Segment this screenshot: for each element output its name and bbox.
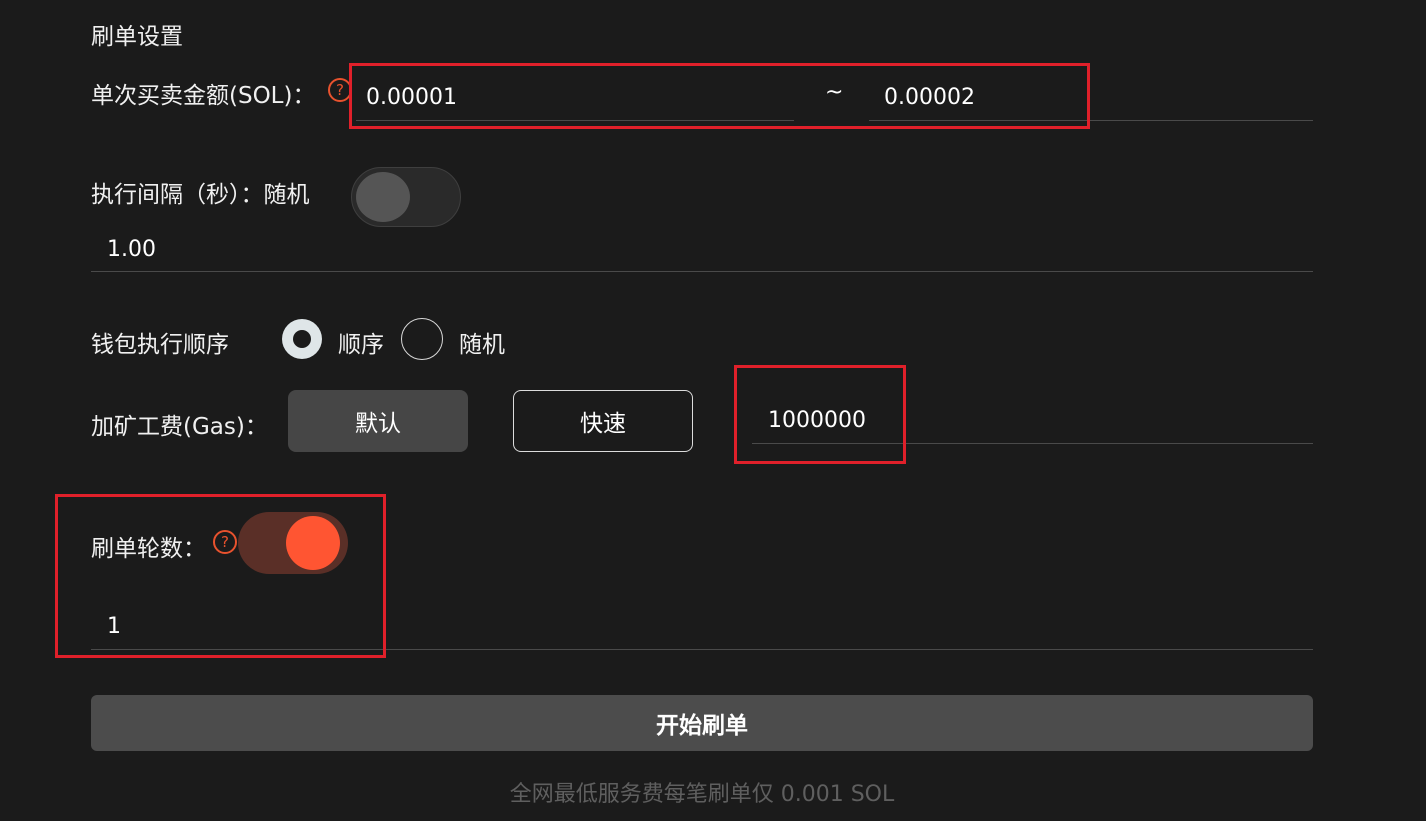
radio-dot	[293, 330, 311, 348]
radio-random[interactable]	[401, 318, 443, 360]
service-fee-note: 全网最低服务费每笔刷单仅 0.001 SOL	[509, 782, 895, 807]
gas-fast-button[interactable]: 快速	[513, 390, 693, 452]
gas-label: 加矿工费(Gas)：	[91, 414, 268, 440]
gas-default-button[interactable]: 默认	[288, 390, 468, 452]
radio-random-label[interactable]: 随机	[459, 325, 505, 359]
interval-random-toggle[interactable]	[351, 167, 461, 227]
highlight-box-gas	[734, 365, 906, 464]
toggle-knob	[356, 172, 410, 222]
radio-sequential-label[interactable]: 顺序	[338, 325, 384, 359]
interval-input[interactable]: 1.00	[107, 237, 156, 262]
highlight-box-rounds	[55, 494, 386, 658]
section-title: 刷单设置	[91, 24, 183, 50]
highlight-box-amount	[349, 63, 1090, 129]
interval-underline	[91, 271, 1313, 272]
interval-label: 执行间隔（秒）：随机	[91, 182, 310, 208]
start-button[interactable]: 开始刷单	[91, 695, 1313, 751]
radio-sequential[interactable]	[282, 319, 322, 359]
wallet-order-label: 钱包执行顺序	[91, 332, 229, 358]
amount-label: 单次买卖金额(SOL)：	[91, 83, 316, 109]
